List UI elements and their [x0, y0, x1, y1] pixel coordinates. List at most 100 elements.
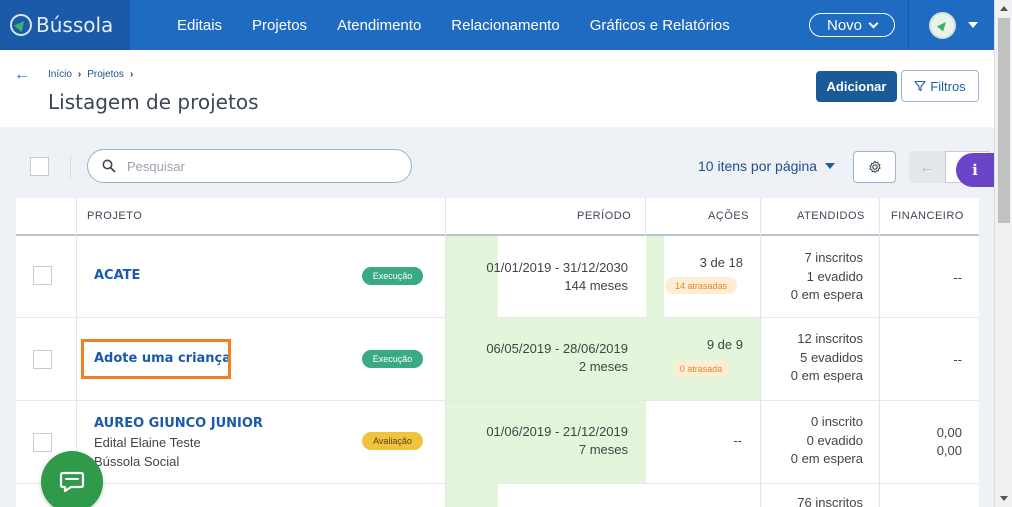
column-header-atendidos[interactable]: ATENDIDOS	[797, 198, 865, 234]
scroll-down-arrow-icon[interactable]	[1000, 496, 1008, 501]
espera-count: 0 em espera	[790, 287, 863, 302]
project-name-link[interactable]: AUREO GIUNCO JUNIOR	[94, 416, 263, 431]
add-project-button[interactable]: Adicionar	[816, 71, 897, 102]
financeiro-value: 0,00	[936, 425, 962, 440]
toolbar-divider	[70, 156, 71, 178]
period-dates: 01/06/2019 - 21/12/2019	[486, 424, 628, 439]
inscritos-count: 12 inscritos	[797, 331, 863, 346]
status-badge: Execução	[362, 350, 423, 368]
financeiro-cell: 0,00 0,00	[937, 424, 962, 460]
evadidos-count: 5 evadidos	[800, 349, 863, 365]
page-title: Listagem de projetos	[48, 90, 259, 114]
selection-highlight	[81, 339, 231, 379]
acoes-count: 9 de 9	[706, 337, 743, 352]
project-organization: Bússola Social	[94, 454, 180, 469]
table-row[interactable]: 76 inscritos	[16, 484, 979, 507]
chat-bubble-icon	[59, 471, 85, 493]
period-duration: 144 meses	[564, 278, 628, 293]
late-actions-badge: 0 atrasada	[673, 360, 729, 377]
table-row[interactable]: AUREO GIUNCO JUNIOR Edital Elaine Teste …	[16, 401, 979, 484]
scroll-thumb[interactable]	[998, 18, 1010, 223]
acoes-count: --	[733, 433, 742, 448]
filters-label: Filtros	[930, 78, 966, 94]
period-dates: 06/05/2019 - 28/06/2019	[486, 341, 628, 356]
back-arrow-icon[interactable]: ←	[14, 66, 30, 84]
breadcrumb-separator-icon: ›	[77, 69, 82, 80]
select-all-checkbox[interactable]	[30, 157, 49, 176]
nav-item-graficos-relatorios[interactable]: Gráficos e Relatórios	[575, 17, 745, 34]
logo-text: Bússola	[36, 13, 114, 37]
column-header-projeto[interactable]: PROJETO	[87, 198, 142, 234]
nav-item-editais[interactable]: Editais	[162, 17, 237, 34]
status-badge: Execução	[362, 267, 423, 285]
gear-icon	[868, 160, 881, 173]
evadidos-count: 1 evadido	[806, 268, 863, 284]
items-per-page-label: 10 itens por página	[698, 158, 818, 174]
late-actions-badge: 14 atrasadas	[665, 277, 737, 294]
table-header: PROJETO PERÍODO AÇÕES ATENDIDOS FINANCEI…	[16, 198, 979, 236]
table-row[interactable]: ACATE Execução 01/01/2019 - 31/12/2030 1…	[16, 236, 979, 318]
espera-count: 0 em espera	[790, 368, 863, 383]
evadidos-count: 0 evadido	[806, 432, 863, 448]
financeiro-cell: --	[953, 270, 962, 285]
status-badge: Avaliação	[362, 432, 423, 450]
info-icon[interactable]: i	[956, 153, 994, 187]
search-box	[87, 149, 412, 183]
search-icon	[102, 159, 116, 173]
inscritos-count: 7 inscritos	[804, 250, 863, 265]
page-scrollbar[interactable]	[994, 0, 1012, 507]
inscritos-count: 76 inscritos	[797, 495, 863, 507]
atendidos-cell: 7 inscritos 1 evadido 0 em espera	[791, 249, 863, 305]
column-header-acoes[interactable]: AÇÕES	[708, 198, 749, 234]
period-cell: 01/01/2019 - 31/12/2030 144 meses	[486, 259, 628, 295]
project-name-link[interactable]: ACATE	[94, 268, 140, 283]
period-duration: 2 meses	[578, 359, 628, 374]
user-menu-caret-icon[interactable]	[968, 22, 978, 28]
breadcrumb-inicio[interactable]: Início	[48, 69, 72, 80]
breadcrumb-separator-icon: ›	[129, 69, 134, 80]
atendidos-cell: 12 inscritos 5 evadidos 0 em espera	[791, 330, 863, 386]
row-checkbox[interactable]	[33, 350, 52, 369]
chat-button[interactable]	[41, 451, 103, 507]
compass-icon	[10, 14, 32, 36]
table-settings-button[interactable]	[853, 151, 896, 183]
espera-count: 0 em espera	[790, 451, 863, 466]
novo-dropdown-button[interactable]: Novo	[809, 13, 895, 37]
page-header: ← Início › Projetos › Listagem de projet…	[0, 50, 994, 127]
caret-down-icon	[825, 163, 836, 169]
nav-item-relacionamento[interactable]: Relacionamento	[436, 17, 574, 34]
inscritos-count: 0 inscrito	[810, 414, 863, 429]
row-checkbox[interactable]	[33, 266, 52, 285]
avatar[interactable]	[929, 12, 956, 39]
period-cell: 01/06/2019 - 21/12/2019 7 meses	[486, 423, 628, 459]
top-navbar: Bússola Editais Projetos Atendimento Rel…	[0, 0, 994, 50]
atendidos-cell: 76 inscritos	[797, 494, 863, 507]
filters-button[interactable]: Filtros	[901, 70, 979, 102]
breadcrumb: Início › Projetos ›	[48, 69, 133, 80]
scroll-up-arrow-icon[interactable]	[1000, 6, 1008, 11]
atendidos-cell: 0 inscrito 0 evadido 0 em espera	[791, 413, 863, 469]
items-per-page-dropdown[interactable]: 10 itens por página	[698, 158, 836, 174]
main-nav: Editais Projetos Atendimento Relacioname…	[162, 17, 745, 34]
project-edital: Edital Elaine Teste	[94, 435, 201, 450]
app-logo[interactable]: Bússola	[0, 0, 130, 50]
nav-item-projetos[interactable]: Projetos	[237, 17, 322, 34]
previous-page-arrow-icon[interactable]: ←	[909, 151, 945, 183]
breadcrumb-projetos[interactable]: Projetos	[87, 69, 124, 80]
period-cell: 06/05/2019 - 28/06/2019 2 meses	[486, 340, 628, 376]
column-header-financeiro[interactable]: FINANCEIRO	[891, 198, 964, 234]
column-divider	[645, 198, 646, 236]
financeiro-cell: --	[953, 352, 962, 367]
column-header-periodo[interactable]: PERÍODO	[577, 198, 631, 234]
row-checkbox[interactable]	[33, 433, 52, 452]
nav-item-atendimento[interactable]: Atendimento	[322, 17, 436, 34]
chevron-down-icon	[868, 18, 879, 28]
period-duration: 7 meses	[578, 442, 628, 457]
search-input[interactable]	[127, 158, 377, 174]
nav-divider	[908, 0, 909, 50]
financeiro-value: 0,00	[936, 443, 962, 458]
acoes-count: 3 de 18	[699, 255, 743, 270]
novo-label: Novo	[826, 16, 863, 34]
funnel-icon	[914, 80, 926, 92]
period-dates: 01/01/2019 - 31/12/2030	[486, 260, 628, 275]
